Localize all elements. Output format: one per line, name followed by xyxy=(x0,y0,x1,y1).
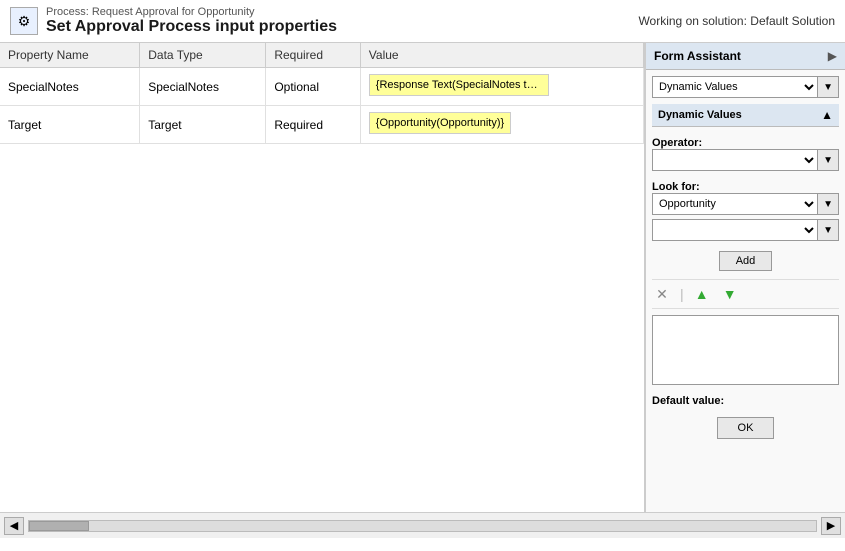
top-bar-text: Process: Request Approval for Opportunit… xyxy=(46,6,337,36)
secondary-select[interactable] xyxy=(652,219,818,241)
form-assistant-title: Form Assistant xyxy=(654,49,741,63)
scroll-right-arrow[interactable]: ▶ xyxy=(821,517,841,535)
add-button[interactable]: Add xyxy=(719,251,773,271)
action-bar: ✕ | ▲ ▼ xyxy=(652,279,839,309)
secondary-select-row: ▼ xyxy=(652,219,839,241)
look-for-dropdown-btn[interactable]: ▼ xyxy=(818,193,839,215)
cell-value-1[interactable]: {Response Text(SpecialNotes to Manage xyxy=(360,68,643,106)
top-bar-left: ⚙ Process: Request Approval for Opportun… xyxy=(10,6,337,36)
top-bar: ⚙ Process: Request Approval for Opportun… xyxy=(0,0,845,43)
panel-body: Dynamic Values ▼ Dynamic Values ▲ Operat… xyxy=(646,70,845,512)
page-title: Set Approval Process input properties xyxy=(46,18,337,36)
value-textarea[interactable] xyxy=(652,315,839,385)
main-dropdown-row: Dynamic Values ▼ xyxy=(652,76,839,98)
cell-property-name-2: Target xyxy=(0,106,140,144)
scroll-left-arrow[interactable]: ◀ xyxy=(4,517,24,535)
collapse-icon[interactable]: ▲ xyxy=(821,108,833,122)
cell-value-2[interactable]: {Opportunity(Opportunity)} xyxy=(360,106,643,144)
dynamic-values-dropdown-btn[interactable]: ▼ xyxy=(818,76,839,98)
default-value-label: Default value: xyxy=(652,395,839,407)
col-data-type: Data Type xyxy=(140,43,266,68)
cell-required-2: Required xyxy=(266,106,360,144)
col-value: Value xyxy=(360,43,643,68)
delete-icon[interactable]: ✕ xyxy=(652,284,672,304)
operator-group: Operator: ▼ xyxy=(652,133,839,171)
secondary-dropdown-btn[interactable]: ▼ xyxy=(818,219,839,241)
working-on-label: Working on solution: Default Solution xyxy=(638,14,835,28)
move-down-icon[interactable]: ▼ xyxy=(720,284,740,304)
operator-label: Operator: xyxy=(652,137,839,149)
look-for-group: Look for: Opportunity ▼ ▼ xyxy=(652,177,839,241)
dynamic-values-section-title: Dynamic Values xyxy=(658,109,742,121)
operator-select[interactable] xyxy=(652,149,818,171)
col-property-name: Property Name xyxy=(0,43,140,68)
operator-dropdown-btn[interactable]: ▼ xyxy=(818,149,839,171)
ok-button[interactable]: OK xyxy=(717,417,775,439)
scroll-track[interactable] xyxy=(28,520,817,532)
panel-header: Form Assistant ▶ xyxy=(646,43,845,70)
table-header-row: Property Name Data Type Required Value xyxy=(0,43,644,68)
horizontal-scrollbar: ◀ ▶ xyxy=(0,512,845,538)
table-row: SpecialNotes SpecialNotes Optional {Resp… xyxy=(0,68,644,106)
table-row: Target Target Required {Opportunity(Oppo… xyxy=(0,106,644,144)
operator-select-row: ▼ xyxy=(652,149,839,171)
expand-icon[interactable]: ▶ xyxy=(828,49,837,63)
cell-property-name-1: SpecialNotes xyxy=(0,68,140,106)
process-label: Process: Request Approval for Opportunit… xyxy=(46,6,337,18)
cell-data-type-1: SpecialNotes xyxy=(140,68,266,106)
process-icon: ⚙ xyxy=(10,7,38,35)
look-for-label: Look for: xyxy=(652,181,839,193)
value-badge-2[interactable]: {Opportunity(Opportunity)} xyxy=(369,112,511,134)
cell-required-1: Optional xyxy=(266,68,360,106)
value-badge-1[interactable]: {Response Text(SpecialNotes to Manage xyxy=(369,74,549,96)
move-up-icon[interactable]: ▲ xyxy=(692,284,712,304)
separator: | xyxy=(680,286,684,302)
main-layout: Property Name Data Type Required Value S… xyxy=(0,43,845,512)
col-required: Required xyxy=(266,43,360,68)
look-for-select[interactable]: Opportunity xyxy=(652,193,818,215)
form-assistant-panel: Form Assistant ▶ Dynamic Values ▼ Dynami… xyxy=(645,43,845,512)
dynamic-values-section-header[interactable]: Dynamic Values ▲ xyxy=(652,104,839,127)
cell-data-type-2: Target xyxy=(140,106,266,144)
properties-table: Property Name Data Type Required Value S… xyxy=(0,43,644,144)
scroll-thumb[interactable] xyxy=(29,521,89,531)
left-content: Property Name Data Type Required Value S… xyxy=(0,43,645,512)
look-for-select-row: Opportunity ▼ xyxy=(652,193,839,215)
gear-icon: ⚙ xyxy=(18,13,31,30)
dynamic-values-select[interactable]: Dynamic Values xyxy=(652,76,818,98)
